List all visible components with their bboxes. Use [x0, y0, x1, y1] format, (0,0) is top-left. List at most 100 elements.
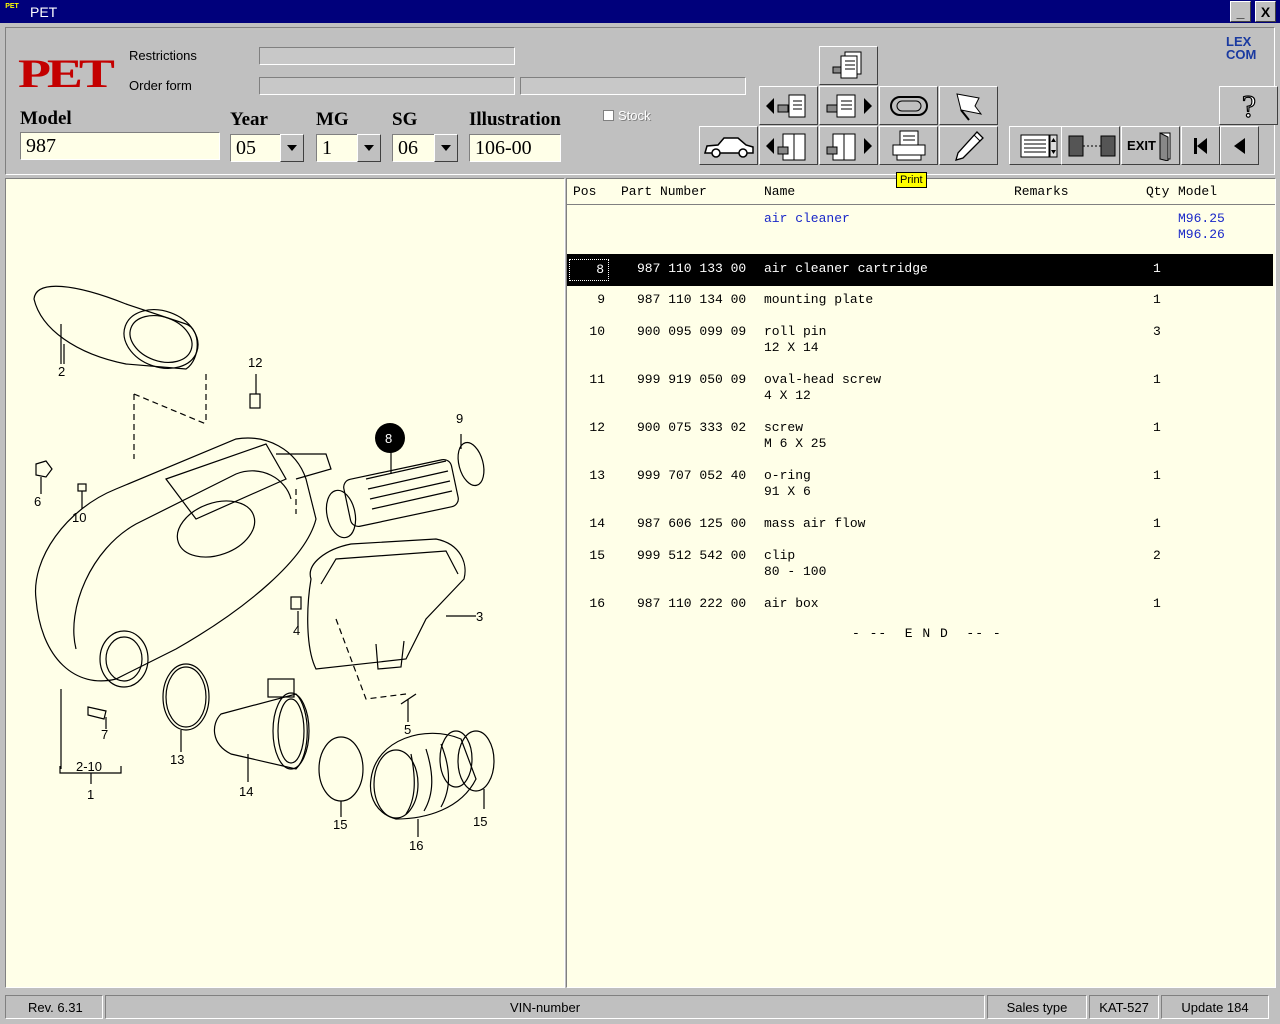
app-icon: PET — [5, 2, 19, 10]
printer-icon — [892, 130, 925, 160]
sg-dropdown-button[interactable] — [434, 134, 458, 162]
print-button[interactable] — [879, 126, 938, 165]
callout-15b[interactable]: 15 — [473, 814, 487, 829]
illustration-input[interactable]: 106-00 — [469, 134, 561, 162]
pet-logo: PET — [18, 51, 115, 96]
callout-8[interactable]: 8 — [385, 431, 392, 446]
lexcom-logo-text: LEX COM — [1226, 34, 1257, 62]
row-qty: 1 — [1153, 596, 1161, 611]
table-row[interactable]: 12 900 075 333 02 screw M 6 X 25 1 — [567, 414, 1273, 462]
prev-part-button[interactable] — [759, 86, 818, 125]
table-row[interactable]: 16 987 110 222 00 air box 1 — [567, 590, 1273, 622]
callout-4[interactable]: 4 — [293, 623, 300, 638]
row-part-number: 987 606 125 00 — [637, 516, 747, 531]
col-remarks: Remarks — [1014, 184, 1069, 199]
next-part-button[interactable] — [819, 86, 878, 125]
mg-select[interactable]: 1 — [316, 134, 358, 162]
back-button[interactable] — [1220, 126, 1259, 165]
order-form-field-2[interactable] — [520, 77, 746, 95]
callout-1[interactable]: 1 — [87, 787, 94, 802]
table-row[interactable]: 9 987 110 134 00 mounting plate 1 — [567, 286, 1273, 318]
table-row[interactable]: 13 999 707 052 40 o-ring 91 X 6 1 — [567, 462, 1273, 510]
pages-icon — [832, 51, 861, 78]
row-name-detail: 91 X 6 — [764, 484, 811, 499]
header-panel: PET Restrictions Order form Model 987 Ye… — [5, 27, 1278, 175]
row-qty: 1 — [1153, 516, 1161, 531]
copy-pages-button[interactable] — [819, 46, 878, 85]
mg-dropdown-button[interactable] — [357, 134, 381, 162]
row-name: o-ring — [764, 468, 811, 483]
row-name: clip — [764, 548, 796, 563]
first-button[interactable] — [1181, 126, 1220, 165]
order-form-field[interactable] — [259, 77, 515, 95]
row-pos: 16 — [589, 596, 605, 611]
print-tooltip: Print — [896, 172, 927, 188]
connect-button[interactable] — [1061, 126, 1120, 165]
parts-list-panel[interactable]: Pos Part Number Name Remarks Qty Model a… — [566, 178, 1276, 988]
callout-16[interactable]: 16 — [409, 838, 423, 853]
row-qty: 1 — [1153, 372, 1161, 387]
exit-button[interactable]: EXIT — [1121, 126, 1180, 165]
year-select[interactable]: 05 — [230, 134, 282, 162]
callout-7[interactable]: 7 — [101, 727, 108, 742]
year-dropdown-button[interactable] — [280, 134, 304, 162]
model-input[interactable]: 987 — [20, 132, 220, 160]
title-bar: PET PET _ X — [0, 0, 1280, 23]
row-pos: 13 — [589, 468, 605, 483]
callout-15a[interactable]: 15 — [333, 817, 347, 832]
list-scroll-button[interactable] — [1009, 126, 1068, 165]
callout-5[interactable]: 5 — [404, 722, 411, 737]
illustration-panel[interactable]: 2 12 9 8 6 10 3 4 7 5 13 14 15 16 15 2-1… — [5, 178, 565, 988]
sg-label: SG — [392, 109, 418, 130]
col-qty: Qty — [1146, 184, 1170, 199]
flag-button[interactable] — [939, 86, 998, 125]
exploded-diagram: 2 12 9 8 6 10 3 4 7 5 13 14 15 16 15 2-1… — [33, 285, 495, 853]
callout-6[interactable]: 6 — [34, 494, 41, 509]
row-part-number: 999 512 542 00 — [637, 548, 747, 563]
callout-14[interactable]: 14 — [239, 784, 253, 799]
row-pos: 12 — [589, 420, 605, 435]
chain-button[interactable] — [879, 86, 938, 125]
checkbox-box[interactable] — [603, 110, 614, 121]
restrictions-field[interactable] — [259, 47, 515, 65]
callout-2[interactable]: 2 — [58, 364, 65, 379]
pencil-icon — [954, 130, 984, 161]
row-qty: 2 — [1153, 548, 1161, 563]
callout-9[interactable]: 9 — [456, 411, 463, 426]
minimize-button[interactable]: _ — [1230, 1, 1251, 22]
row-name: mounting plate — [764, 292, 874, 307]
callout-10[interactable]: 10 — [72, 510, 86, 525]
row-name: roll pin — [764, 324, 827, 339]
callout-12[interactable]: 12 — [248, 355, 262, 370]
row-pos: 8 — [569, 259, 609, 281]
help-button[interactable]: ? — [1219, 86, 1278, 125]
row-qty: 1 — [1153, 292, 1161, 307]
row-pos: 14 — [589, 516, 605, 531]
close-button[interactable]: X — [1255, 1, 1276, 22]
table-row[interactable]: 11 999 919 050 09 oval-head screw 4 X 12… — [567, 366, 1273, 414]
table-row[interactable]: 15 999 512 542 00 clip 80 - 100 2 — [567, 542, 1273, 590]
next-illustration-button[interactable] — [819, 126, 878, 165]
chain-icon — [889, 95, 928, 116]
table-row[interactable]: 14 987 606 125 00 mass air flow 1 — [567, 510, 1273, 542]
sg-select[interactable]: 06 — [392, 134, 436, 162]
stock-checkbox[interactable]: Stock — [603, 108, 651, 123]
table-row[interactable]: 8 987 110 133 00 air cleaner cartridge 1 — [567, 254, 1273, 286]
callout-2-10[interactable]: 2-10 — [76, 759, 102, 774]
table-row[interactable]: 10 900 095 099 09 roll pin 12 X 14 3 — [567, 318, 1273, 366]
row-part-number: 999 707 052 40 — [637, 468, 747, 483]
prev-illustration-button[interactable] — [759, 126, 818, 165]
help-icon: ? — [1241, 89, 1256, 123]
vehicle-button[interactable] — [699, 126, 758, 165]
callout-13[interactable]: 13 — [170, 752, 184, 767]
callout-3[interactable]: 3 — [476, 609, 483, 624]
row-pos: 11 — [589, 372, 605, 387]
edit-button[interactable] — [939, 126, 998, 165]
row-part-number: 900 075 333 02 — [637, 420, 747, 435]
stock-label: Stock — [618, 108, 651, 123]
status-revision: Rev. 6.31 — [5, 995, 103, 1019]
row-pos: 9 — [597, 292, 605, 307]
car-icon — [703, 136, 754, 158]
lexcom-logo: LEX COM — [1226, 35, 1262, 69]
restrictions-label: Restrictions — [129, 48, 197, 63]
